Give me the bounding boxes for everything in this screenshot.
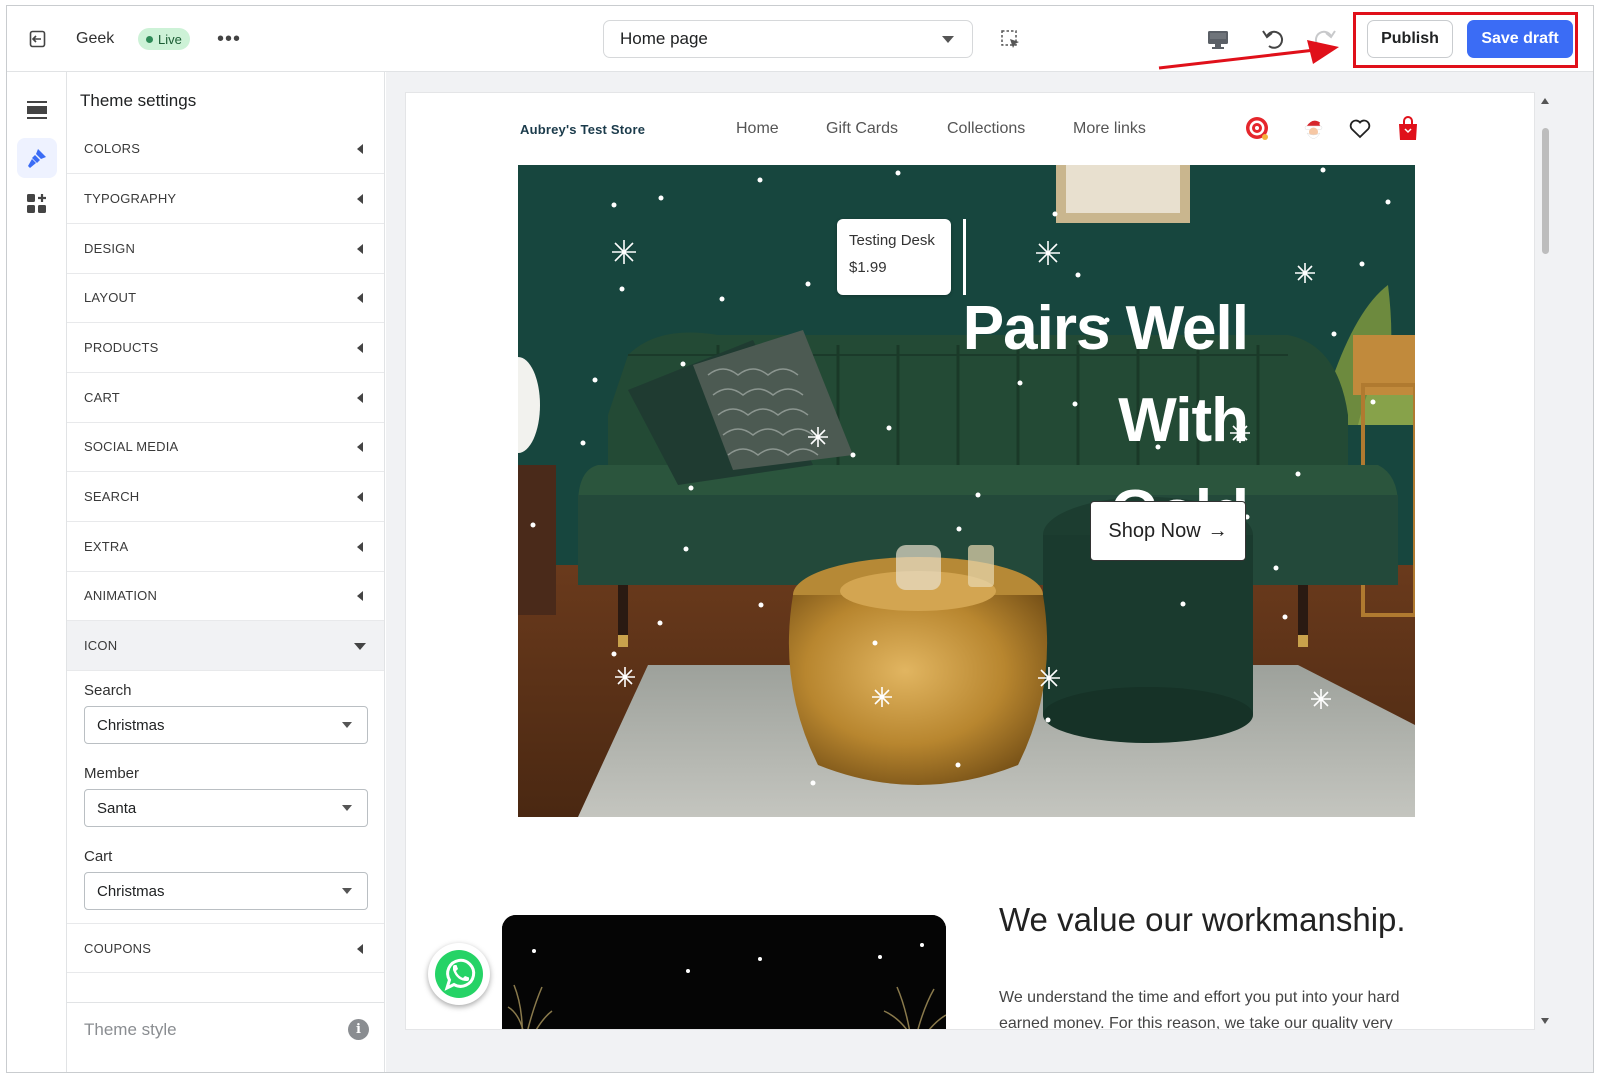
divider — [67, 1002, 384, 1003]
sections-icon[interactable] — [17, 90, 57, 130]
section-social-media[interactable]: SOCIAL MEDIA — [67, 422, 384, 472]
caret-left-icon — [357, 293, 363, 303]
store-logo[interactable]: Aubrey's Test Store — [520, 122, 645, 137]
nav-gift-cards[interactable]: Gift Cards — [826, 120, 898, 138]
section-label: SOCIAL MEDIA — [84, 439, 179, 454]
section-label: DESIGN — [84, 241, 136, 256]
hero-heading-line-1: Pairs Well With — [962, 294, 1249, 455]
theme-settings-panel: Theme settings COLORS TYPOGRAPHY DESIGN … — [67, 72, 385, 1072]
caret-left-icon — [357, 442, 363, 452]
scroll-down-icon[interactable] — [1541, 1018, 1549, 1024]
select-value: Christmas — [97, 716, 165, 734]
section-label: COLORS — [84, 141, 141, 156]
video-media[interactable] — [502, 915, 946, 1029]
caret-left-icon — [357, 194, 363, 204]
caret-left-icon — [357, 393, 363, 403]
store-preview: Aubrey's Test Store Home Gift Cards Coll… — [405, 92, 1535, 1030]
section-layout[interactable]: LAYOUT — [67, 273, 384, 323]
section-label: ANIMATION — [84, 588, 158, 603]
caret-left-icon — [357, 591, 363, 601]
theme-name: Geek — [76, 30, 115, 47]
publish-button[interactable]: Publish — [1367, 20, 1453, 58]
section-label: ICON — [84, 638, 118, 653]
section-label: CART — [84, 390, 120, 405]
red-arrow-annotation — [1158, 40, 1339, 70]
arrow-right-icon: → — [1207, 519, 1228, 542]
section-products[interactable]: PRODUCTS — [67, 323, 384, 373]
santa-member-icon[interactable] — [1300, 115, 1328, 143]
section-animation[interactable]: ANIMATION — [67, 571, 384, 621]
exit-icon[interactable] — [21, 24, 57, 54]
more-actions-button[interactable]: ••• — [213, 26, 245, 52]
caret-down-icon — [354, 643, 366, 650]
shop-now-button[interactable]: Shop Now → — [1090, 501, 1246, 561]
nav-more-links[interactable]: More links — [1073, 120, 1146, 138]
section-label: TYPOGRAPHY — [84, 191, 177, 206]
panel-title: Theme settings — [80, 91, 197, 110]
live-dot-icon — [146, 35, 153, 43]
scroll-thumb[interactable] — [1542, 128, 1549, 254]
chevron-down-icon — [342, 805, 352, 811]
shop-now-label: Shop Now — [1108, 519, 1201, 542]
theme-editor-window: Geek Live ••• Home page Publish Save dra… — [6, 5, 1594, 1073]
page-selector[interactable]: Home page — [603, 20, 973, 58]
caret-left-icon — [357, 944, 363, 954]
caret-left-icon — [357, 542, 363, 552]
preview-scrollbar[interactable] — [1537, 92, 1553, 1030]
select-value: Santa — [97, 799, 137, 817]
video-thumbnail — [502, 915, 946, 1029]
chevron-down-icon — [342, 722, 352, 728]
section-heading: We value our workmanship. — [999, 901, 1406, 938]
caret-left-icon — [357, 492, 363, 502]
whatsapp-chat-icon[interactable] — [428, 943, 490, 1005]
hero-banner: Testing Desk $1.99 Pairs Well With Gold … — [518, 165, 1415, 817]
info-icon[interactable]: i — [348, 1019, 369, 1040]
theme-settings-brush-icon[interactable] — [17, 138, 57, 178]
section-label: PRODUCTS — [84, 340, 159, 355]
chevron-down-icon — [942, 36, 954, 43]
caret-left-icon — [357, 144, 363, 154]
section-label: EXTRA — [84, 539, 129, 554]
cart-icon-label: Cart — [84, 848, 113, 865]
search-icon[interactable] — [1244, 115, 1272, 143]
top-bar: Geek Live ••• Home page Publish Save dra… — [7, 6, 1593, 72]
caret-left-icon — [357, 244, 363, 254]
section-extra[interactable]: EXTRA — [67, 522, 384, 572]
section-body-text: We understand the time and effort you pu… — [999, 989, 1400, 1030]
nav-collections[interactable]: Collections — [947, 120, 1025, 138]
section-icon[interactable]: ICON — [67, 621, 384, 671]
hotspot-product-price: $1.99 — [849, 259, 887, 276]
cart-icon-select[interactable]: Christmas — [84, 872, 368, 910]
section-typography[interactable]: TYPOGRAPHY — [67, 174, 384, 224]
wishlist-heart-icon[interactable] — [1346, 115, 1374, 143]
left-rail — [7, 72, 67, 1072]
search-icon-label: Search — [84, 682, 132, 699]
nav-home[interactable]: Home — [736, 120, 779, 138]
cart-bag-icon[interactable] — [1394, 115, 1422, 143]
search-icon-select[interactable]: Christmas — [84, 706, 368, 744]
section-search[interactable]: SEARCH — [67, 472, 384, 522]
section-design[interactable]: DESIGN — [67, 224, 384, 274]
section-cart[interactable]: CART — [67, 373, 384, 423]
chevron-down-icon — [342, 888, 352, 894]
inspector-select-icon[interactable] — [997, 26, 1025, 54]
live-status-badge: Live — [138, 28, 190, 50]
section-label: COUPONS — [84, 940, 152, 956]
section-coupons[interactable]: COUPONS — [67, 923, 384, 973]
save-draft-button[interactable]: Save draft — [1467, 20, 1573, 58]
section-label: LAYOUT — [84, 290, 137, 305]
live-badge-label: Live — [158, 31, 182, 47]
scroll-up-icon[interactable] — [1541, 98, 1549, 104]
select-value: Christmas — [97, 882, 165, 900]
member-icon-select[interactable]: Santa — [84, 789, 368, 827]
hotspot-product-name: Testing Desk — [849, 232, 935, 249]
section-label: SEARCH — [84, 489, 140, 504]
theme-style-label: Theme style — [84, 1020, 177, 1039]
caret-left-icon — [357, 343, 363, 353]
app-embeds-icon[interactable] — [17, 184, 57, 224]
section-colors[interactable]: COLORS — [67, 124, 384, 174]
member-icon-label: Member — [84, 765, 140, 782]
page-selector-value: Home page — [620, 29, 708, 48]
